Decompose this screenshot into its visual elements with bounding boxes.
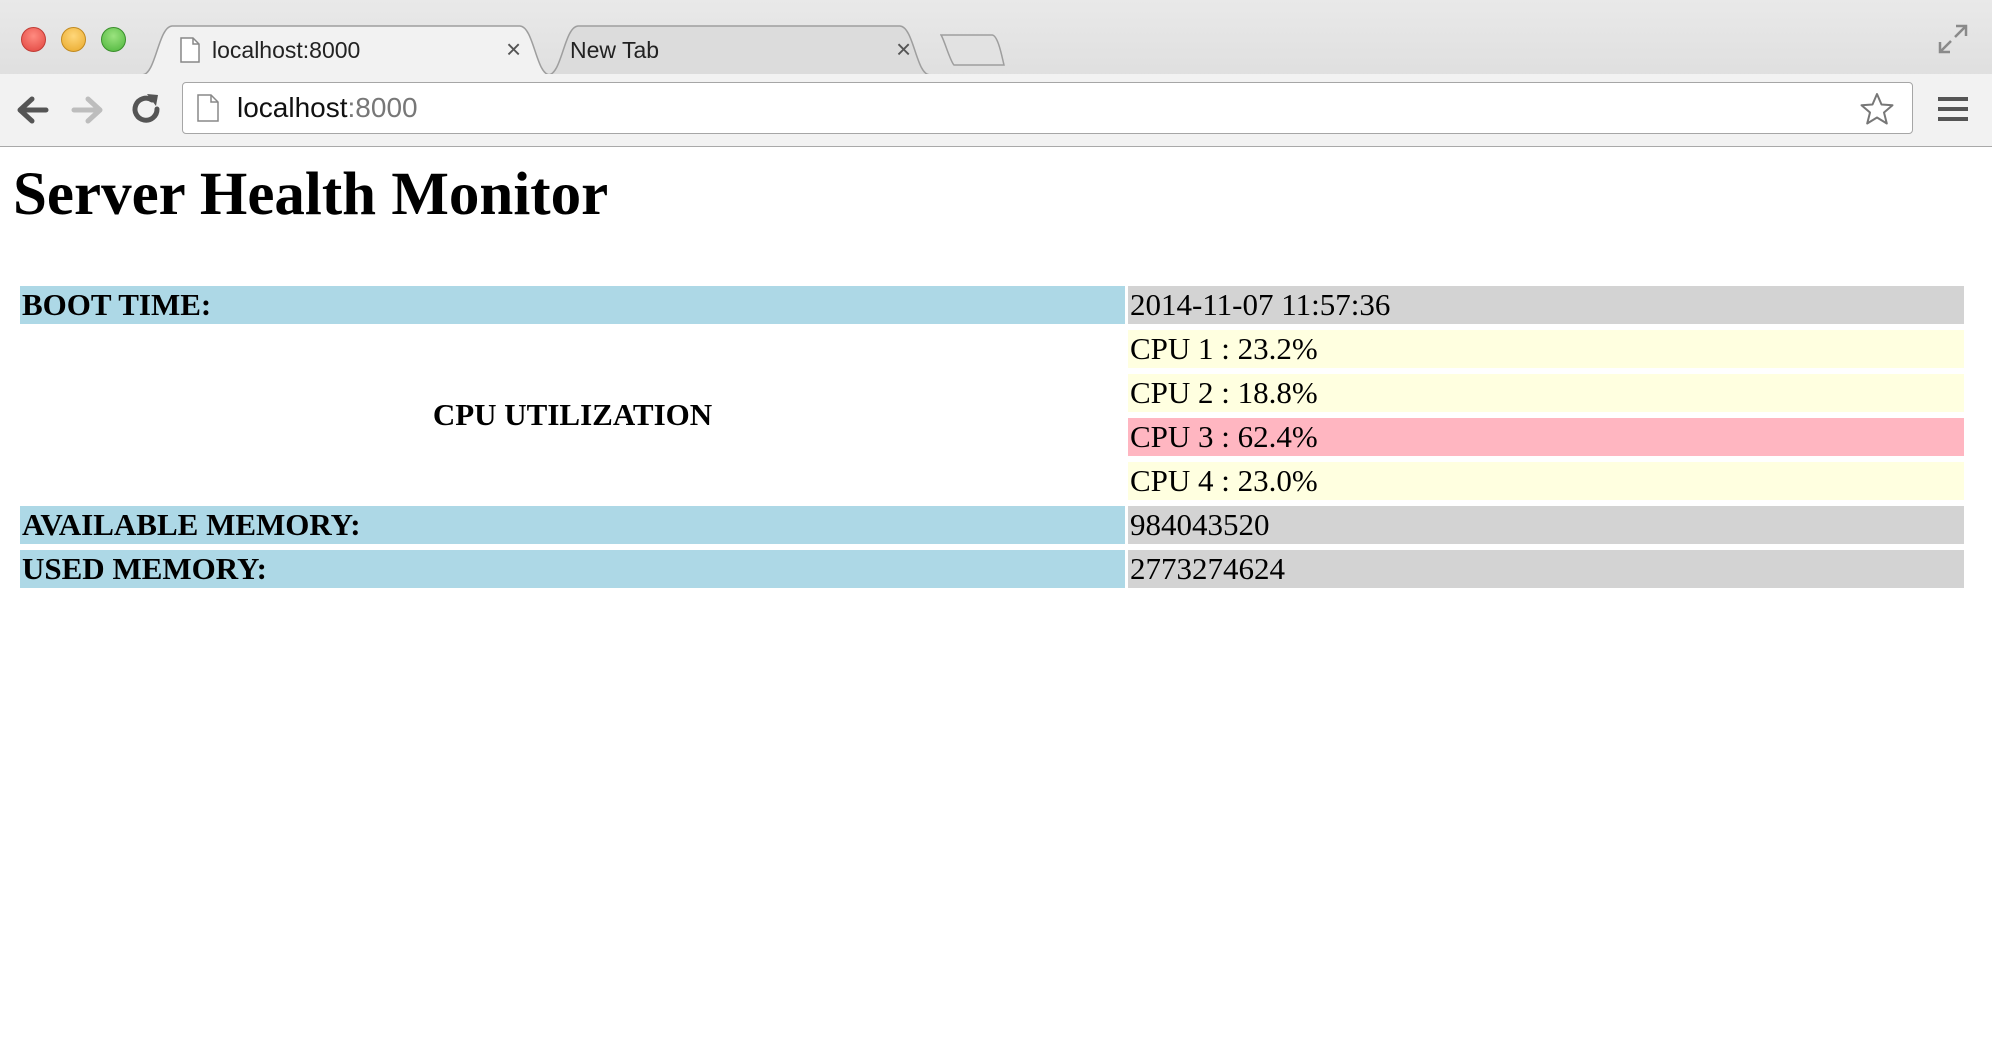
close-icon[interactable]: × (506, 36, 521, 62)
table-row: BOOT TIME: 2014-11-07 11:57:36 (20, 286, 1964, 324)
cpu-core-value: CPU 4 : 23.0% (1128, 462, 1964, 500)
used-memory-label: USED MEMORY: (20, 550, 1125, 588)
tab-title: New Tab (570, 37, 660, 63)
close-icon[interactable]: × (896, 36, 911, 62)
forward-arrow-icon[interactable] (70, 92, 106, 128)
new-tab-button[interactable] (940, 33, 1006, 67)
table-row: AVAILABLE MEMORY: 984043520 (20, 506, 1964, 544)
page-icon (180, 37, 200, 63)
table-row: CPU UTILIZATION CPU 1 : 23.2% (20, 330, 1964, 500)
tab-new-tab[interactable]: New Tab × (548, 25, 930, 75)
browser-chrome: localhost:8000 × New Tab × localhost:800… (0, 0, 1992, 147)
cpu-core-value-high: CPU 3 : 62.4% (1128, 418, 1964, 456)
table-row: USED MEMORY: 2773274624 (20, 550, 1964, 588)
back-arrow-icon[interactable] (14, 92, 50, 128)
used-memory-value: 2773274624 (1128, 550, 1964, 588)
health-table: BOOT TIME: 2014-11-07 11:57:36 CPU UTILI… (17, 280, 1967, 594)
toolbar: localhost:8000 (0, 74, 1992, 146)
tab-title: localhost:8000 (212, 37, 361, 63)
url-port: :8000 (347, 92, 418, 123)
window-close-button[interactable] (21, 27, 46, 52)
tab-localhost[interactable]: localhost:8000 × (142, 25, 550, 75)
window-zoom-button[interactable] (101, 27, 126, 52)
cpu-utilization-label: CPU UTILIZATION (20, 330, 1125, 500)
boot-time-value: 2014-11-07 11:57:36 (1128, 286, 1964, 324)
menu-icon[interactable] (1936, 94, 1970, 124)
boot-time-label: BOOT TIME: (20, 286, 1125, 324)
star-icon[interactable] (1860, 92, 1894, 126)
cpu-core-value: CPU 2 : 18.8% (1128, 374, 1964, 412)
fullscreen-icon[interactable] (1936, 22, 1970, 56)
window-minimize-button[interactable] (61, 27, 86, 52)
address-bar[interactable]: localhost:8000 (182, 82, 1913, 134)
page-title: Server Health Monitor (13, 161, 609, 228)
page-icon (197, 94, 219, 122)
available-memory-label: AVAILABLE MEMORY: (20, 506, 1125, 544)
available-memory-value: 984043520 (1128, 506, 1964, 544)
url-host: localhost (237, 92, 348, 123)
url-text[interactable]: localhost:8000 (237, 92, 418, 124)
cpu-core-value: CPU 1 : 23.2% (1128, 330, 1964, 368)
reload-icon[interactable] (128, 92, 164, 128)
